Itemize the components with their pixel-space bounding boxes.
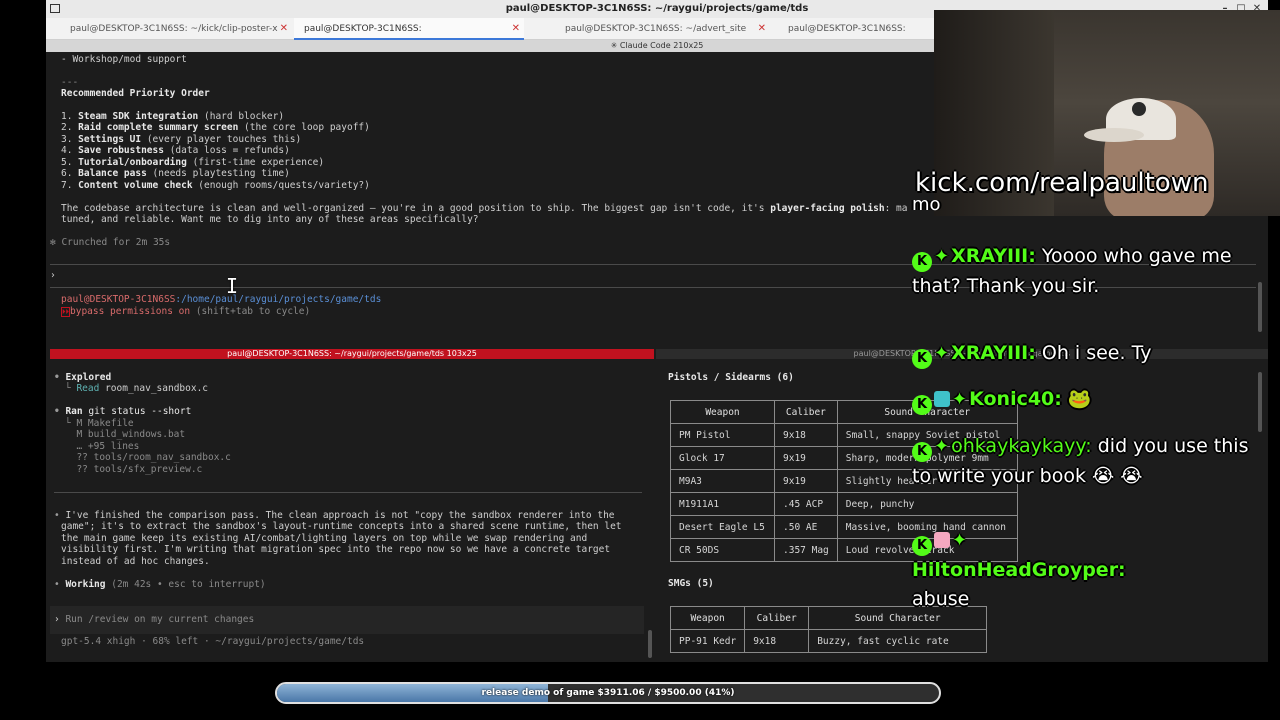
- chat-message: K ✦ XRAYIII: Yoooo who gave me that? Thank…: [912, 242, 1272, 301]
- tab-tds[interactable]: paul@DESKTOP-3C1N6SS: ~/raygui/projects/…: [294, 18, 524, 56]
- left-pane-title: paul@DESKTOP-3C1N6SS: ~/raygui/projects/…: [227, 349, 477, 358]
- kick-url-overlay: kick.com/realpaultown: [915, 168, 1209, 198]
- session-title: ✳ Claude Code 210x25: [610, 41, 704, 50]
- column-header: Weapon: [670, 400, 775, 424]
- table-row: M1911A1.45 ACP Deep, punchy: [670, 492, 1018, 516]
- working-status: • Working (2m 42s • esc to interrupt): [54, 579, 266, 590]
- diamond-badge-icon: ✦: [934, 436, 950, 457]
- kick-badge-icon: K: [912, 395, 932, 415]
- section-heading: Recommended Priority Order: [61, 88, 210, 99]
- priority-item: 7. Content volume check (enough rooms/qu…: [61, 180, 370, 191]
- status-line: ?? tools/sfx_preview.c: [65, 464, 203, 475]
- message-line: game"; it's to extract the sandbox's lay…: [61, 521, 622, 532]
- kick-badge-icon: K: [912, 536, 932, 556]
- kick-badge-icon: K: [912, 349, 932, 369]
- gift-badge-icon: [934, 532, 950, 548]
- donation-goal-bar: release demo of game $3911.06 / $9500.00…: [275, 682, 941, 704]
- status-line: … +95 lines: [65, 441, 140, 452]
- summary-line: tuned, and reliable. Want me to dig into…: [61, 214, 479, 225]
- status-line: ?? tools/room_nav_sandbox.c: [65, 452, 231, 463]
- tab-advert-site[interactable]: paul@DESKTOP-3C1N6SS: ~/advert_site ✕: [555, 18, 770, 40]
- window-title: paul@DESKTOP-3C1N6SS: ~/raygui/projects/…: [505, 3, 809, 14]
- prompt-input: › Run /review on my current changes: [54, 614, 255, 625]
- table-row: PP-91 Kedr 9x18 Buzzy, fast cyclic rate: [669, 629, 988, 653]
- priority-item: 2. Raid complete summary screen (the cor…: [61, 122, 370, 133]
- priority-item: 1. Steam SDK integration (hard blocker): [61, 111, 285, 122]
- tab-label: paul@DESKTOP-3C1N6SS: ~/kick/clip-poster…: [70, 24, 278, 34]
- tab-raygui[interactable]: paul@DESKTOP-3C1N6SS: ~/raygui/pro: [778, 18, 938, 40]
- tab-label: paul@DESKTOP-3C1N6SS: ~/advert_site: [565, 24, 747, 34]
- kick-badge-icon: K: [912, 252, 932, 272]
- close-tab-icon[interactable]: ✕: [758, 18, 766, 40]
- message-line: • I've finished the comparison pass. The…: [54, 510, 615, 521]
- left-pane-scrollbar[interactable]: [648, 630, 652, 658]
- terminal-app-icon: [50, 4, 60, 13]
- message-line: instead of ad hoc changes.: [61, 556, 210, 567]
- tab-clip-poster[interactable]: paul@DESKTOP-3C1N6SS: ~/kick/clip-poster…: [60, 18, 292, 40]
- goal-label: release demo of game $3911.06 / $9500.00…: [481, 688, 735, 698]
- smgs-heading: SMGs (5): [668, 578, 714, 589]
- subscriber-badge-icon: [934, 391, 950, 407]
- diamond-badge-icon: ✦: [934, 246, 950, 267]
- priority-item: 5. Tutorial/onboarding (first-time exper…: [61, 157, 325, 168]
- message-divider: [54, 492, 642, 493]
- diamond-badge-icon: ✦: [952, 530, 968, 551]
- shell-prompt: paul@DESKTOP-3C1N6SS:/home/paul/raygui/p…: [61, 294, 382, 305]
- output-line: - Workshop/mod support: [61, 54, 187, 65]
- bypass-icon: ⏵⏵: [61, 307, 70, 317]
- message-line: visibility first. I'm writing that migra…: [61, 544, 611, 555]
- chat-message: K ✦ ohkaykaykayy: did you use this to writ…: [912, 432, 1272, 491]
- diamond-badge-icon: ✦: [934, 343, 950, 364]
- column-header: Caliber: [774, 400, 838, 424]
- text-cursor-icon: I: [226, 274, 239, 298]
- summary-line: The codebase architecture is clean and w…: [61, 203, 908, 214]
- output-divider: ---: [61, 77, 79, 88]
- left-pane-header: paul@DESKTOP-3C1N6SS: ~/raygui/projects/…: [50, 349, 654, 359]
- read-line: └ Read room_nav_sandbox.c: [65, 383, 209, 394]
- ran-heading: • Ran git status --short: [54, 406, 192, 417]
- close-tab-icon[interactable]: ✕: [512, 18, 520, 40]
- priority-item: 4. Save robustness (data loss = refunds): [61, 145, 290, 156]
- chat-message: K ✦ Konic40: 🐸: [912, 385, 1272, 415]
- prompt-caret[interactable]: ›: [50, 270, 56, 282]
- tab-label: paul@DESKTOP-3C1N6SS: ~/raygui/pro: [788, 24, 906, 34]
- prompt-input-box[interactable]: › Run /review on my current changes: [50, 606, 644, 634]
- column-header: Caliber: [744, 606, 810, 630]
- codex-pane[interactable]: • Explored └ Read room_nav_sandbox.c • R…: [50, 360, 646, 660]
- priority-item: 3. Settings UI (every player touches thi…: [61, 134, 302, 145]
- chat-message: K ✦ HiltonHeadGroyper: abuse: [912, 526, 1272, 614]
- message-line: the main game keep its existing AI/comba…: [61, 533, 588, 544]
- explored-heading: • Explored: [54, 372, 112, 383]
- status-footer: gpt-5.4 xhigh · 68% left · ~/raygui/proj…: [61, 636, 365, 647]
- cut-chat-text: mo: [912, 194, 941, 215]
- close-tab-icon[interactable]: ✕: [280, 18, 288, 40]
- chat-message: K ✦ XRAYIII: Oh i see. Ty: [912, 339, 1272, 369]
- diamond-badge-icon: ✦: [952, 389, 968, 410]
- status-line: M build_windows.bat: [65, 429, 186, 440]
- bypass-status: ⏵⏵bypass permissions on (shift+tab to cy…: [61, 306, 311, 317]
- status-line: └ M Makefile: [65, 418, 134, 429]
- pistols-heading: Pistols / Sidearms (6): [668, 372, 794, 383]
- column-header: Weapon: [669, 606, 746, 630]
- kick-badge-icon: K: [912, 442, 932, 462]
- crunched-status: ✻ Crunched for 2m 35s: [50, 237, 171, 248]
- priority-item: 6. Balance pass (needs playtesting time): [61, 168, 290, 179]
